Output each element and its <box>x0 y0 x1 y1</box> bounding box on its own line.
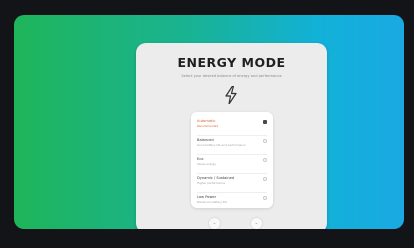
divider <box>197 135 267 136</box>
option-label: Automatic <box>197 119 216 123</box>
page-subtitle: Select your desired balance of energy an… <box>181 74 282 78</box>
next-button[interactable]: ⌄ <box>251 218 262 229</box>
page-title: ENERGY MODE <box>177 55 286 70</box>
option-label: Low Power <box>197 195 217 199</box>
prev-button[interactable]: ⌄ <box>209 218 220 229</box>
radio-icon <box>263 177 267 181</box>
radio-icon <box>263 158 267 162</box>
chevron-down-icon: ⌄ <box>212 220 217 226</box>
energy-mode-options: Automatic Recommended Balanced Good batt… <box>191 112 273 208</box>
divider <box>197 154 267 155</box>
option-description: Good battery life and performance <box>197 143 246 147</box>
option-description: Recommended <box>197 124 219 128</box>
chevron-down-icon: ⌄ <box>254 220 259 226</box>
option-dynamic[interactable]: Dynamic / Sustained Higher performance <box>197 175 267 191</box>
option-description: Maximum battery life <box>197 200 228 204</box>
radio-icon <box>263 139 267 143</box>
divider <box>197 173 267 174</box>
option-description: Higher performance <box>197 181 226 185</box>
option-label: Dynamic / Sustained <box>197 176 235 180</box>
option-label: Eco <box>197 157 204 161</box>
divider <box>197 192 267 193</box>
energy-mode-panel: ENERGY MODE Select your desired balance … <box>136 43 327 229</box>
option-description: Saves energy <box>197 162 216 166</box>
option-label: Balanced <box>197 138 214 142</box>
screen-background: ENERGY MODE Select your desired balance … <box>14 15 404 229</box>
lightning-bolt-icon <box>225 86 237 104</box>
selected-radio-icon <box>263 120 267 124</box>
option-low-power[interactable]: Low Power Maximum battery life <box>197 194 267 210</box>
option-eco[interactable]: Eco Saves energy <box>197 156 267 172</box>
radio-icon <box>263 196 267 200</box>
option-balanced[interactable]: Balanced Good battery life and performan… <box>197 137 267 153</box>
option-automatic[interactable]: Automatic Recommended <box>197 118 267 134</box>
